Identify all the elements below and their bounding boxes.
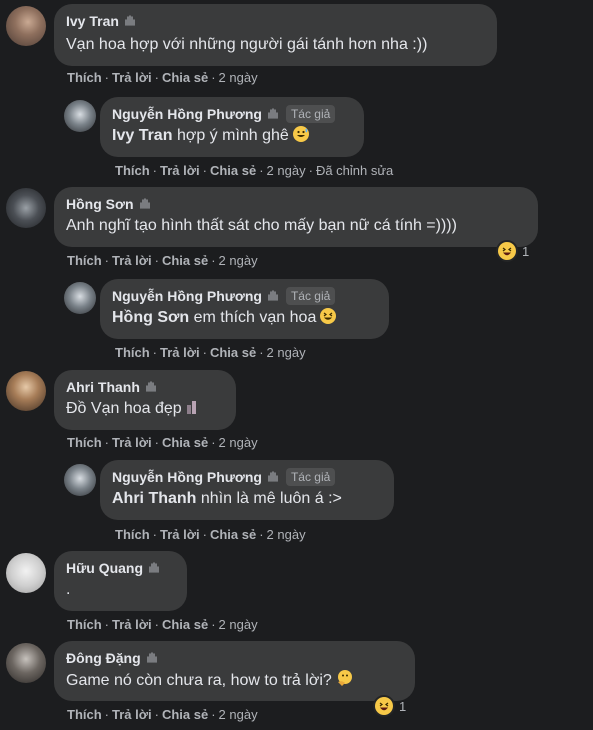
wave-hand-icon xyxy=(125,15,135,26)
share-link[interactable]: Chia sẻ xyxy=(210,345,256,360)
avatar[interactable] xyxy=(6,553,46,593)
comment-actions: Thích · Trả lời · Chia sẻ · 2 ngày xyxy=(67,617,258,632)
timestamp[interactable]: 2 ngày xyxy=(267,163,306,178)
wave-hand-icon xyxy=(149,562,159,573)
avatar[interactable] xyxy=(6,188,46,228)
like-link[interactable]: Thích xyxy=(67,70,102,85)
reply-bubble: Nguyễn Hồng Phương Tác giả Ivy Tran hợp … xyxy=(100,97,364,157)
share-link[interactable]: Chia sẻ xyxy=(162,253,208,268)
comment-author[interactable]: Hồng Sơn xyxy=(66,195,134,213)
reply-link[interactable]: Trả lời xyxy=(112,70,152,85)
share-link[interactable]: Chia sẻ xyxy=(162,617,208,632)
reply-link[interactable]: Trả lời xyxy=(160,345,200,360)
comment-actions: Thích · Trả lời · Chia sẻ · 2 ngày xyxy=(67,435,258,450)
share-link[interactable]: Chia sẻ xyxy=(162,707,208,722)
reply-bubble: Nguyễn Hồng Phương Tác giả Ahri Thanh nh… xyxy=(100,460,394,520)
comment-bubble: Hồng Sơn Anh nghĩ tạo hình thất sát cho … xyxy=(54,187,538,247)
like-link[interactable]: Thích xyxy=(115,163,150,178)
share-link[interactable]: Chia sẻ xyxy=(210,163,256,178)
wave-hand-icon xyxy=(268,108,278,119)
haha-reaction-icon xyxy=(375,697,393,715)
timestamp[interactable]: 2 ngày xyxy=(219,435,258,450)
mention[interactable]: Ahri Thanh xyxy=(112,490,196,507)
reply-link[interactable]: Trả lời xyxy=(112,707,152,722)
reaction-count: 1 xyxy=(399,698,407,714)
reaction-summary[interactable]: 1 xyxy=(375,697,406,715)
comment-author[interactable]: Ahri Thanh xyxy=(66,378,140,396)
wave-hand-icon xyxy=(146,381,156,392)
comment-actions: Thích · Trả lời · Chia sẻ · 2 ngày xyxy=(67,70,258,85)
comment-actions: Thích · Trả lời · Chia sẻ · 2 ngày xyxy=(67,253,258,268)
reply-bubble: Nguyễn Hồng Phương Tác giả Hồng Sơn em t… xyxy=(100,279,389,339)
comment-text: Anh nghĩ tạo hình thất sát cho mấy bạn n… xyxy=(66,217,457,234)
avatar[interactable] xyxy=(64,464,96,496)
comment-actions: Thích · Trả lời · Chia sẻ · 2 ngày xyxy=(67,707,258,722)
like-link[interactable]: Thích xyxy=(115,527,150,542)
reaction-count: 1 xyxy=(522,243,530,259)
timestamp[interactable]: 2 ngày xyxy=(267,345,306,360)
comment-text: Hồng Sơn em thích vạn hoa xyxy=(112,307,377,329)
comment-bubble: Hữu Quang . xyxy=(54,551,187,611)
mention[interactable]: Hồng Sơn xyxy=(112,309,189,326)
comment-text: Game nó còn chưa ra, how to trả lời? xyxy=(66,669,403,694)
reply-link[interactable]: Trả lời xyxy=(160,527,200,542)
laughing-emoji-icon xyxy=(320,308,337,324)
like-link[interactable]: Thích xyxy=(67,253,102,268)
comment-text: Ivy Tran hợp ý mình ghê xyxy=(112,125,352,147)
reply-link[interactable]: Trả lời xyxy=(112,435,152,450)
mention[interactable]: Ivy Tran xyxy=(112,127,172,144)
haha-reaction-icon xyxy=(498,242,516,260)
like-link[interactable]: Thích xyxy=(67,617,102,632)
comment-author[interactable]: Nguyễn Hồng Phương xyxy=(112,287,262,305)
comment-text: Đồ Vạn hoa đẹp xyxy=(66,398,224,422)
avatar[interactable] xyxy=(64,100,96,132)
timestamp[interactable]: 2 ngày xyxy=(267,527,306,542)
comment-actions: Thích · Trả lời · Chia sẻ · 2 ngày xyxy=(115,527,306,542)
comment-author[interactable]: Nguyễn Hồng Phương xyxy=(112,105,262,123)
wave-hand-icon xyxy=(268,290,278,301)
share-link[interactable]: Chia sẻ xyxy=(210,527,256,542)
comment-author[interactable]: Hữu Quang xyxy=(66,559,143,577)
like-link[interactable]: Thích xyxy=(67,707,102,722)
reply-link[interactable]: Trả lời xyxy=(112,617,152,632)
comment-text: Vạn hoa hợp với những người gái tánh hơn… xyxy=(66,36,428,53)
sticker-icon xyxy=(186,399,198,422)
like-link[interactable]: Thích xyxy=(115,345,150,360)
grin-sweat-emoji-icon xyxy=(292,126,309,142)
comment-bubble: Đông Đặng Game nó còn chưa ra, how to tr… xyxy=(54,641,415,701)
comment-bubble: Ivy Tran Vạn hoa hợp với những người gái… xyxy=(54,4,497,66)
timestamp[interactable]: 2 ngày xyxy=(219,707,258,722)
edited-label[interactable]: Đã chỉnh sửa xyxy=(316,163,393,178)
wave-hand-icon xyxy=(139,198,150,209)
wave-hand-icon xyxy=(268,471,278,482)
comment-author[interactable]: Ivy Tran xyxy=(66,12,119,30)
reaction-summary[interactable]: 1 xyxy=(498,242,529,260)
share-link[interactable]: Chia sẻ xyxy=(162,435,208,450)
comment-actions: Thích · Trả lời · Chia sẻ · 2 ngày · Đã chỉnh sử… xyxy=(115,163,394,178)
author-badge: Tác giả xyxy=(285,287,336,305)
reply-link[interactable]: Trả lời xyxy=(112,253,152,268)
comment-bubble: Ahri Thanh Đồ Vạn hoa đẹp xyxy=(54,370,236,430)
timestamp[interactable]: 2 ngày xyxy=(219,617,258,632)
author-badge: Tác giả xyxy=(285,468,336,486)
timestamp[interactable]: 2 ngày xyxy=(219,253,258,268)
author-badge: Tác giả xyxy=(285,105,336,123)
reply-link[interactable]: Trả lời xyxy=(160,163,200,178)
like-link[interactable]: Thích xyxy=(67,435,102,450)
avatar[interactable] xyxy=(6,643,46,683)
wave-hand-icon xyxy=(146,652,157,663)
comment-text: Ahri Thanh nhìn là mê luôn á :> xyxy=(112,490,342,507)
comment-actions: Thích · Trả lời · Chia sẻ · 2 ngày xyxy=(115,345,306,360)
avatar[interactable] xyxy=(6,371,46,411)
thinking-emoji-icon xyxy=(336,669,354,694)
comment-text: . xyxy=(66,581,71,598)
timestamp[interactable]: 2 ngày xyxy=(219,70,258,85)
comment-author[interactable]: Nguyễn Hồng Phương xyxy=(112,468,262,486)
avatar[interactable] xyxy=(6,6,46,46)
comment-author[interactable]: Đông Đặng xyxy=(66,649,141,667)
share-link[interactable]: Chia sẻ xyxy=(162,70,208,85)
avatar[interactable] xyxy=(64,282,96,314)
